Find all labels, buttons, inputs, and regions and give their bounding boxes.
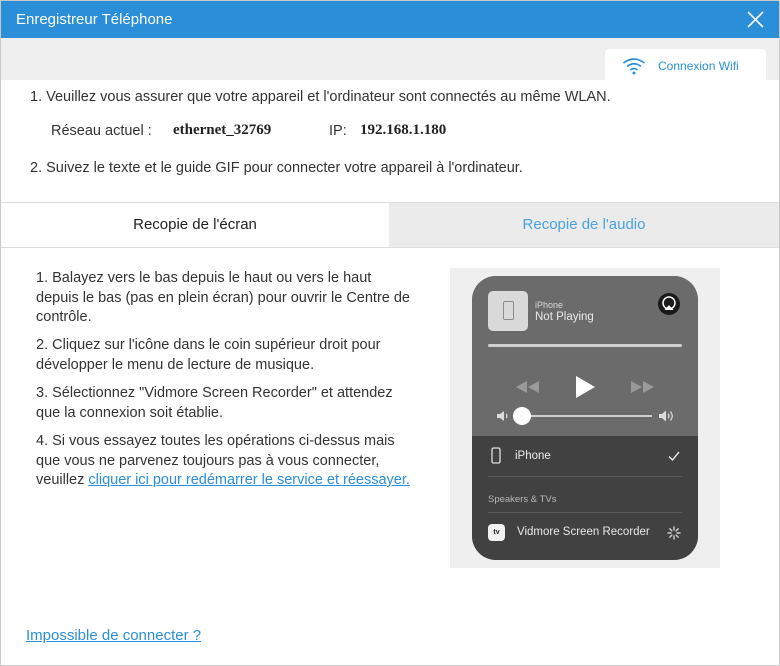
fast-forward-icon	[631, 381, 654, 393]
control-center-mockup: iPhone Not Playing iPhone Speakers & TVs…	[472, 276, 698, 560]
volume-high-icon	[659, 410, 673, 422]
volume-low-icon	[497, 411, 508, 421]
wifi-tab-label: Connexion Wifi	[658, 59, 739, 73]
instruction-3: 3. Sélectionnez "Vidmore Screen Recorder…	[36, 385, 393, 421]
restart-service-link[interactable]: cliquer ici pour redémarrer le service e…	[88, 472, 410, 488]
rewind-icon	[516, 381, 539, 393]
device-row-iphone: iPhone	[515, 450, 551, 462]
apple-tv-icon: tv	[488, 524, 505, 541]
checkmark-icon	[668, 451, 680, 461]
instruction-2: 2. Cliquez sur l'icône dans le coin supé…	[36, 337, 381, 373]
mirror-tabs: Recopie de l'écran Recopie de l'audio	[1, 202, 779, 248]
guide-gif: iPhone Not Playing iPhone Speakers & TVs…	[450, 268, 720, 568]
apple-tv-badge: tv	[493, 529, 500, 536]
network-value: ethernet_32769	[173, 122, 272, 138]
separator	[488, 476, 682, 477]
separator	[488, 512, 682, 513]
ip-label: IP:	[329, 123, 347, 139]
speakers-tvs-header: Speakers & TVs	[488, 494, 557, 505]
phone-recorder-dialog: Enregistreur Téléphone Connexion Wifi 1.…	[0, 0, 780, 666]
instruction-4: 4. Si vous essayez toutes les opérations…	[36, 432, 416, 491]
tab-audio-mirroring[interactable]: Recopie de l'audio	[389, 203, 779, 247]
step-2-text: 2. Suivez le texte et le guide GIF pour …	[30, 160, 523, 176]
phone-icon	[503, 301, 514, 320]
play-icon	[576, 376, 595, 398]
wifi-connection-tab[interactable]: Connexion Wifi	[605, 49, 766, 81]
ip-value: 192.168.1.180	[360, 122, 447, 138]
close-icon[interactable]	[746, 10, 765, 29]
tab-screen-mirroring[interactable]: Recopie de l'écran	[1, 203, 389, 247]
now-playing-status: Not Playing	[535, 311, 594, 323]
loading-spinner-icon	[667, 526, 681, 540]
progress-bar	[488, 344, 682, 347]
title-bar: Enregistreur Téléphone	[1, 1, 779, 38]
window-title: Enregistreur Téléphone	[16, 11, 173, 28]
album-art	[488, 291, 528, 331]
volume-track	[522, 415, 652, 417]
iphone-device-icon	[491, 447, 501, 464]
instruction-1: 1. Balayez vers le bas depuis le haut ou…	[36, 270, 410, 325]
network-label: Réseau actuel :	[51, 123, 152, 139]
device-name-small: iPhone	[535, 300, 564, 310]
cannot-connect-link[interactable]: Impossible de connecter ?	[26, 627, 201, 644]
step-1-text: 1. Veuillez vous assurer que votre appar…	[30, 89, 611, 105]
volume-knob	[513, 407, 531, 425]
wifi-icon	[623, 58, 645, 75]
receiver-name: Vidmore Screen Recorder	[517, 526, 650, 538]
airplay-icon	[658, 293, 680, 315]
